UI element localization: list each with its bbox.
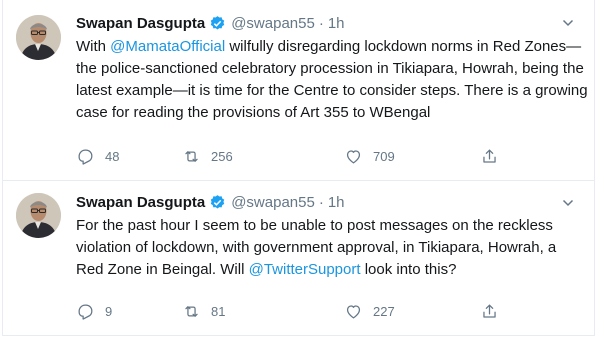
mention-link[interactable]: @MamataOfficial — [110, 38, 225, 55]
reply-button[interactable]: 9 — [76, 301, 112, 321]
user-handle[interactable]: @swapan55 — [231, 194, 315, 211]
text-segment: the police-sanctioned celebratory proces… — [76, 60, 584, 77]
text-segment: Red Zone in Beingal. Will — [76, 261, 249, 278]
retweet-icon — [185, 150, 198, 162]
avatar-image — [16, 15, 61, 60]
tweet-text: With @MamataOfficial wilfully disregardi… — [76, 36, 588, 124]
user-handle[interactable]: @swapan55 — [231, 15, 315, 32]
retweet-count: 81 — [211, 303, 226, 319]
tweet-text-line: With @MamataOfficial wilfully disregardi… — [76, 36, 581, 58]
timestamp[interactable]: 1h — [328, 194, 345, 211]
text-segment: With — [76, 38, 111, 55]
chevron-down-icon[interactable] — [561, 16, 575, 30]
chevron-down-icon[interactable] — [561, 196, 575, 210]
share-button[interactable] — [480, 301, 509, 321]
reply-icon — [78, 149, 93, 165]
reply-count: 9 — [105, 303, 113, 319]
display-name[interactable]: Swapan Dasgupta — [76, 15, 205, 32]
retweet-button[interactable]: 256 — [182, 146, 233, 166]
retweet-count: 256 — [211, 148, 233, 164]
mention-link[interactable]: @TwitterSupport — [249, 261, 361, 278]
tweet-text: For the past hour I seem to be unable to… — [76, 215, 576, 281]
avatar-image — [16, 193, 61, 238]
like-count: 709 — [373, 148, 395, 164]
share-button[interactable] — [480, 146, 509, 166]
tweet-text-line: latest example—it is time for the Centre… — [76, 80, 588, 102]
tweet-text-line: For the past hour I seem to be unable to… — [76, 215, 576, 237]
share-icon — [483, 149, 496, 163]
separator-dot: · — [318, 193, 324, 211]
reply-button[interactable]: 48 — [76, 146, 119, 166]
reply-count: 48 — [105, 148, 120, 164]
text-segment: case for reading the provisions of Art 3… — [76, 104, 431, 121]
tweet-header: Swapan Dasgupta @swapan55 · 1h — [76, 12, 345, 34]
tweet-1[interactable]: Swapan Dasgupta @swapan55 · 1h With @Mam… — [0, 0, 593, 180]
tweet-text-line: Red Zone in Beingal. Will @TwitterSuppor… — [76, 259, 576, 281]
tweet-text-line: case for reading the provisions of Art 3… — [76, 102, 576, 124]
display-name[interactable]: Swapan Dasgupta — [76, 194, 205, 211]
text-segment: wilfully disregarding lockdown norms in … — [225, 38, 582, 55]
reply-icon — [78, 304, 93, 320]
tweet-actions: 48 256 709 — [76, 146, 501, 166]
share-icon — [483, 304, 496, 318]
retweet-button[interactable]: 81 — [182, 301, 225, 321]
verified-badge-icon — [210, 194, 225, 209]
text-segment: look into this? — [360, 261, 457, 278]
like-button[interactable]: 227 — [344, 301, 395, 321]
heart-icon — [346, 149, 361, 163]
tweet-header: Swapan Dasgupta @swapan55 · 1h — [76, 191, 345, 213]
avatar[interactable] — [16, 193, 61, 238]
timestamp[interactable]: 1h — [328, 15, 345, 32]
separator-dot: · — [318, 14, 324, 32]
heart-icon — [346, 304, 361, 318]
like-count: 227 — [373, 303, 395, 319]
text-segment: latest example—it is time for the Centre… — [76, 82, 588, 99]
tweet-text-line: violation of lockdown, with government a… — [76, 237, 576, 259]
tweet-text-line: the police-sanctioned celebratory proces… — [76, 58, 584, 80]
text-segment: violation of lockdown, with government a… — [76, 239, 557, 256]
verified-badge-icon — [210, 15, 225, 30]
retweet-icon — [185, 305, 198, 317]
tweet-2[interactable]: Swapan Dasgupta @swapan55 · 1h For the p… — [0, 181, 593, 336]
tweet-actions: 9 81 227 — [76, 301, 501, 321]
like-button[interactable]: 709 — [344, 146, 395, 166]
avatar[interactable] — [16, 15, 61, 60]
text-segment: For the past hour I seem to be unable to… — [76, 217, 553, 234]
